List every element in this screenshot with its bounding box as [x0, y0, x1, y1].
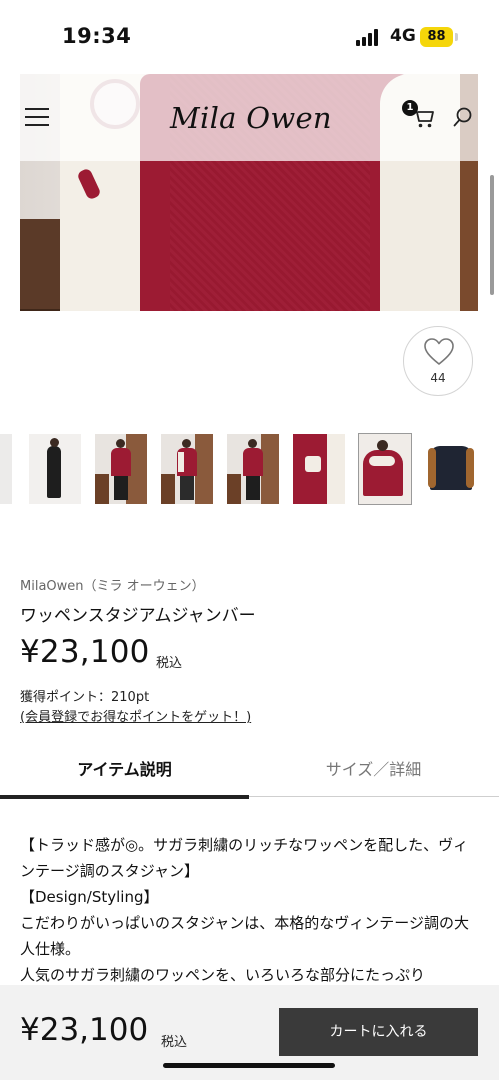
thumbnail[interactable]: [425, 434, 477, 504]
cart-count-badge: 1: [402, 100, 418, 116]
status-bar: 19:34 4G 88: [0, 0, 499, 74]
member-signup-link[interactable]: (会員登録でお得なポイントをゲット！): [20, 706, 251, 725]
brand-logo[interactable]: Mila Owen: [170, 101, 332, 135]
home-indicator[interactable]: [163, 1063, 335, 1068]
battery-icon: 88: [420, 27, 453, 47]
description-line: こだわりがいっぱいのスタジャンは、本格的なヴィンテージ調の大人仕様。: [20, 914, 469, 958]
bottom-tax-label: 税込: [161, 1035, 188, 1050]
heart-icon: [424, 338, 454, 365]
product-price: ¥23,100: [20, 634, 150, 670]
add-to-cart-button[interactable]: カートに入れる: [279, 1008, 478, 1056]
site-header: Mila Owen 1: [20, 74, 478, 161]
page-scrollbar[interactable]: [490, 175, 494, 295]
tab-item-description[interactable]: アイテム説明: [0, 756, 249, 780]
item-description: 【トラッド感が◎。サガラ刺繍のリッチなワッペンを配した、ヴィンテージ調のスタジャ…: [20, 832, 482, 988]
favorite-button[interactable]: 44: [403, 326, 473, 396]
description-line: 【トラッド感が◎。サガラ刺繍のリッチなワッペンを配した、ヴィンテージ調のスタジャ…: [20, 836, 469, 880]
thumbnail[interactable]: [0, 434, 12, 504]
tab-size-details[interactable]: サイズ／詳細: [249, 756, 498, 780]
thumbnail[interactable]: [293, 434, 345, 504]
thumbnail-selected[interactable]: [358, 433, 412, 505]
tab-active-indicator: [0, 795, 249, 799]
signal-icon: [356, 28, 382, 46]
battery-tip: [455, 33, 458, 41]
points-earned: 獲得ポイント：210pt: [20, 690, 150, 705]
description-line: 【Design/Styling】: [20, 888, 159, 906]
bottom-price: ¥23,100: [20, 1012, 149, 1048]
thumbnail[interactable]: [227, 434, 279, 504]
favorite-count: 44: [430, 371, 446, 385]
brand-name[interactable]: MilaOwen（ミラ オーウェン）: [20, 575, 205, 594]
menu-icon[interactable]: [25, 108, 51, 128]
thumbnail[interactable]: [161, 434, 213, 504]
product-title: ワッペンスタジアムジャンバー: [20, 606, 256, 626]
search-icon[interactable]: [452, 106, 474, 128]
thumbnail[interactable]: [29, 434, 81, 504]
thumbnail[interactable]: [95, 434, 147, 504]
thumbnail-strip: [0, 433, 499, 505]
status-time: 19:34: [62, 24, 132, 48]
network-type: 4G: [390, 26, 416, 46]
tax-label: 税込: [156, 656, 183, 671]
product-page: 19:34 4G 88 Mila Owen 1 44 MilaOwen（ミラ オ…: [0, 0, 499, 1080]
